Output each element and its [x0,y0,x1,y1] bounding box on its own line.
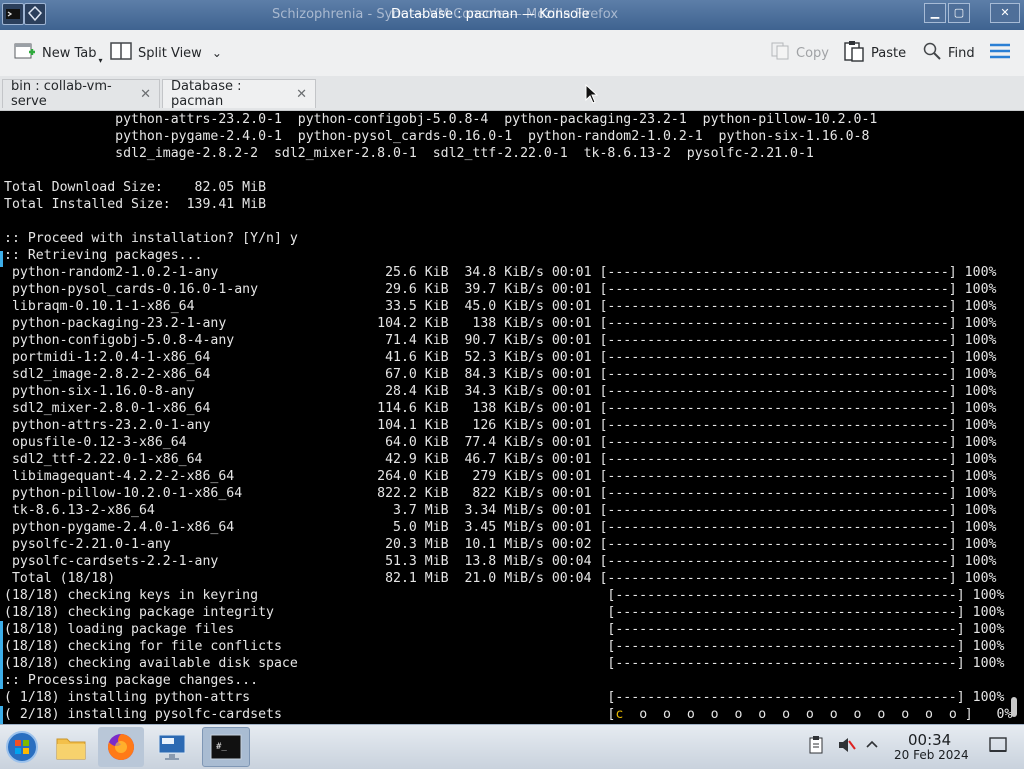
tab-database-pacman[interactable]: Database : pacman ✕ [162,79,316,109]
paste-button[interactable]: Paste [843,39,906,67]
new-tab-button[interactable]: New Tab ▾ [14,39,103,67]
terminal-marker [0,621,3,689]
file-manager-button[interactable] [50,727,92,767]
maximize-button[interactable]: ▢ [948,3,970,23]
clock-time[interactable]: 00:34 [908,731,951,749]
terminal-icon: #_ [210,734,242,760]
folder-icon [56,738,86,760]
terminal-marker [0,706,3,724]
taskbar: #_ 00:34 20 Feb 2024 [0,724,1024,769]
copy-icon [770,41,790,65]
copy-button[interactable]: Copy [770,39,829,67]
start-orb-icon [6,731,38,763]
window-titlebar[interactable]: Schizophrenia - Sync — VM Console — Mozi… [0,0,1024,30]
split-view-button[interactable]: Split View ⌄ [110,39,222,67]
tab-bar: bin : collab-vm-serve ✕ Database : pacma… [0,76,1024,111]
terminal-area[interactable]: python-attrs-23.2.0-1 python-configobj-5… [0,111,1024,724]
terminal-output: python-attrs-23.2.0-1 python-configobj-5… [4,111,1012,723]
new-tab-icon [14,41,36,65]
split-view-label: Split View [138,45,202,61]
find-button[interactable]: Find [922,39,975,67]
close-window-button[interactable]: ✕ [990,3,1020,23]
clipboard-tray-icon[interactable] [808,735,824,759]
chevron-down-icon[interactable]: ⌄ [212,46,222,60]
konsole-toolbar: New Tab ▾ Split View ⌄ Copy Paste Find [0,30,1024,77]
paste-icon [843,40,865,66]
close-tab-icon[interactable]: ✕ [140,87,151,102]
close-tab-icon[interactable]: ✕ [296,87,307,102]
konsole-taskbar-button[interactable]: #_ [202,727,250,767]
konsole-app-icon[interactable] [2,3,24,25]
terminal-marker [0,251,3,267]
show-desktop-icon[interactable] [988,735,1008,759]
terminal-lines: python-attrs-23.2.0-1 python-configobj-5… [4,112,1005,722]
start-menu-button[interactable] [0,727,44,767]
firefox-icon [108,734,134,760]
split-view-icon [110,41,132,65]
copy-label: Copy [796,45,829,61]
window-title: Database : pacman — Konsole [391,7,590,22]
find-label: Find [948,45,975,61]
search-icon [922,41,942,65]
terminal-line-tail: o o o o o o o o o o o o o o ] 0% [623,707,1013,722]
tab-label: Database : pacman [171,79,242,109]
monitor-icon [158,734,186,760]
mouse-pointer-icon [585,83,599,108]
hamburger-menu-button[interactable] [988,39,1012,67]
minimize-button[interactable]: ▁ [924,3,946,23]
volume-muted-icon[interactable] [836,735,856,759]
paste-label: Paste [871,45,907,61]
terminal-scrollbar[interactable] [1011,697,1017,717]
pin-icon[interactable] [24,3,46,25]
svg-text:#_: #_ [216,742,227,752]
clock-date[interactable]: 20 Feb 2024 [894,748,969,762]
chevron-down-icon: ▾ [98,55,103,65]
firefox-button[interactable] [98,727,144,767]
tab-collab-vm-serve[interactable]: bin : collab-vm-serve ✕ [2,79,160,109]
tab-label: bin : collab-vm-serve [11,79,112,109]
new-tab-label: New Tab [42,45,97,61]
system-monitor-button[interactable] [150,727,196,767]
chevron-up-icon[interactable] [864,735,880,759]
hamburger-menu-icon [988,41,1012,65]
